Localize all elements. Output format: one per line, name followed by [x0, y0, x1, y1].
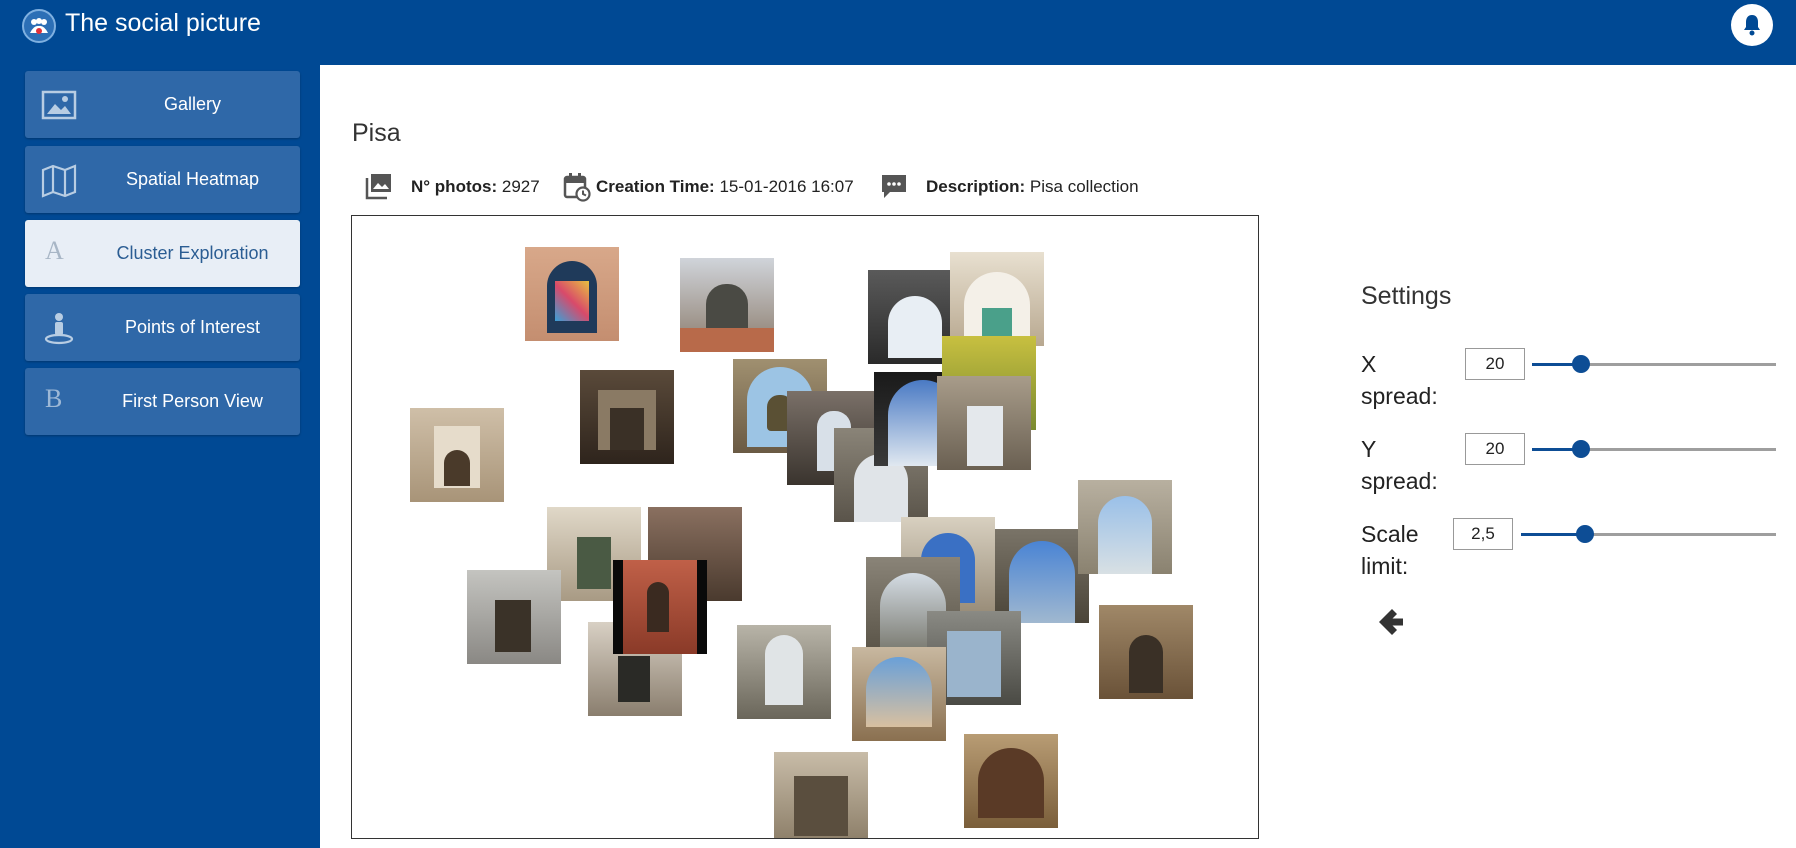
photo-thumbnail[interactable] — [852, 647, 946, 741]
calendar-clock-icon — [563, 173, 591, 202]
x-spread-slider[interactable] — [1532, 355, 1776, 373]
sidebar-item-spatial-heatmap[interactable]: Spatial Heatmap — [25, 146, 300, 213]
scale-limit-label: Scale limit: — [1361, 521, 1419, 579]
y-spread-label: Y spread: — [1361, 436, 1438, 494]
photo-thumbnail[interactable] — [467, 570, 561, 664]
person-pin-icon — [44, 313, 74, 345]
comment-icon — [882, 175, 906, 198]
photo-thumbnail[interactable] — [410, 408, 504, 502]
photo-thumbnail[interactable] — [964, 734, 1058, 828]
sidebar-item-first-person-view[interactable]: B First Person View — [25, 368, 300, 435]
photo-thumbnail[interactable] — [995, 529, 1089, 623]
sidebar-item-cluster-exploration[interactable]: A Cluster Exploration — [25, 220, 300, 287]
settings-title: Settings — [1361, 282, 1452, 310]
y-spread-slider[interactable] — [1532, 440, 1776, 458]
creation-time-label: Creation Time: — [596, 177, 715, 196]
letter-b-icon: B — [45, 384, 63, 413]
photo-thumbnail[interactable] — [525, 247, 619, 341]
arrow-left-icon[interactable] — [1373, 605, 1407, 639]
description-label: Description: — [926, 177, 1026, 196]
x-spread-label: X spread: — [1361, 351, 1438, 409]
sidebar-item-gallery[interactable]: Gallery — [25, 71, 300, 138]
top-bar: The social picture — [0, 0, 1796, 65]
x-spread-slider-thumb[interactable] — [1571, 355, 1590, 373]
photo-thumbnail[interactable] — [737, 625, 831, 719]
photo-thumbnail[interactable] — [613, 560, 707, 654]
letter-a-icon: A — [45, 236, 64, 265]
sidebar-item-label: Cluster Exploration — [116, 243, 269, 263]
photo-thumbnail[interactable] — [1099, 605, 1193, 699]
scale-limit-slider[interactable] — [1521, 525, 1776, 543]
collection-info: N° photos: 2927 Creation Time: 15-01-201… — [352, 168, 1252, 204]
page-title: Pisa — [352, 119, 401, 147]
sidebar-item-label: Gallery — [163, 94, 221, 114]
y-spread-slider-thumb[interactable] — [1571, 440, 1590, 458]
sidebar-item-points-of-interest[interactable]: Points of Interest — [25, 294, 300, 361]
photo-thumbnail[interactable] — [580, 370, 674, 464]
sidebar-item-label: Spatial Heatmap — [125, 169, 260, 189]
scale-limit-slider-thumb[interactable] — [1575, 525, 1594, 543]
photo-thumbnail[interactable] — [1078, 480, 1172, 574]
photo-thumbnail[interactable] — [937, 376, 1031, 470]
photos-icon — [365, 174, 391, 200]
sidebar: Gallery Spatial Heatmap A Cluster Explor… — [0, 65, 320, 848]
sidebar-item-label: Points of Interest — [124, 317, 261, 337]
notifications-button[interactable] — [1731, 4, 1773, 46]
map-icon — [41, 164, 77, 198]
creation-time-value: 15-01-2016 16:07 — [719, 177, 854, 196]
cluster-canvas[interactable] — [351, 215, 1259, 839]
x-spread-input[interactable]: 20 — [1465, 348, 1525, 380]
photo-thumbnail[interactable] — [774, 752, 868, 838]
sidebar-item-label: First Person View — [122, 391, 263, 411]
photos-count-value: 2927 — [501, 177, 540, 196]
app-logo-icon[interactable] — [22, 9, 56, 43]
scale-limit-input[interactable]: 2,5 — [1453, 518, 1513, 550]
description-value: Pisa collection — [1029, 177, 1139, 196]
bell-icon — [1744, 15, 1760, 36]
app-title: The social picture — [65, 9, 261, 37]
y-spread-input[interactable]: 20 — [1465, 433, 1525, 465]
photos-count-label: N° photos: — [411, 177, 498, 196]
image-icon — [41, 90, 77, 120]
photo-thumbnail[interactable] — [950, 252, 1044, 346]
photo-thumbnail[interactable] — [680, 258, 774, 352]
